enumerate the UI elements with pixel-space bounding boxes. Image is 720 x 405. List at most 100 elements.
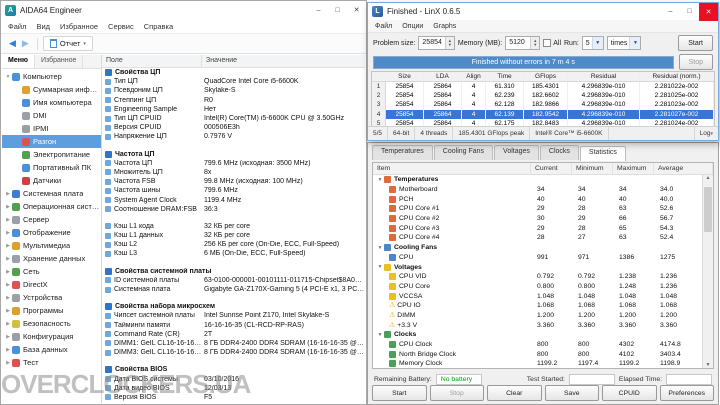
field-row[interactable]: Напряжение ЦП 0.7976 V [102,132,365,141]
field-row[interactable]: Command Rate (CR) 2T [102,330,365,339]
tab-voltages[interactable]: Voltages [494,145,539,160]
grid-column-header[interactable]: Time [486,72,524,81]
memory-input[interactable]: 5120 ▲ ▼ [505,36,541,50]
sidebar-item-display[interactable]: ▶ Отображение [2,226,101,239]
sidebar-item-overclock[interactable]: Разгон [2,135,101,148]
sensor-row[interactable]: North Bridge Clock 800 800 4102 3403.4 [373,349,702,359]
spinner-icon[interactable]: ▲ ▼ [444,37,454,49]
sidebar-item-directx[interactable]: ▶ DirectX [2,278,101,291]
result-row[interactable]: 2 25854 25864 4 62.239 182.6602 4.296839e-010 2… [372,91,714,101]
field-row[interactable]: System Agent Clock 1199.4 MHz [102,195,365,204]
minimize-icon[interactable]: – [661,3,680,21]
sensor-row[interactable]: PCH 40 40 40 40.0 [373,194,702,204]
field-row[interactable]: DIMM3: GeIL CL16-16-16 D4 8 ГБ DDR4-2400 … [102,348,365,357]
sidebar-item-config[interactable]: ▶ Конфигурация [2,330,101,343]
field-row[interactable]: DIMM1: GeIL CL16-16-16 D4 8 ГБ DDR4-2400 … [102,339,365,348]
sidebar-item-os[interactable]: ▶ Операционная система [2,200,101,213]
sidebar-item-network[interactable]: ▶ Сеть [2,265,101,278]
sensor-row[interactable]: Memory Clock 1199.2 1197.4 1199.2 1198.9 [373,359,702,368]
field-row[interactable]: Псевдоним ЦП Skylake-S [102,86,365,95]
run-count-select[interactable]: 5 ▼ [581,36,604,50]
sidebar-item-power[interactable]: Электропитание [2,148,101,161]
field-row[interactable]: Дата BIOS системы 03/10/2016 [102,374,365,383]
result-row[interactable]: 3 25854 25864 4 62.128 182.9866 4.296839e-010 2… [372,100,714,110]
grid-column-header[interactable]: LDA [424,72,462,81]
aida-menu-item-0[interactable]: Файл [8,22,26,31]
clear-button[interactable]: Clear [487,385,542,401]
scrollbar-thumb[interactable] [704,187,712,232]
field-row[interactable]: Дата видео BIOS 12/03/13 [102,384,365,393]
sidebar-item-sensors[interactable]: Датчики [2,174,101,187]
field-row[interactable]: Чипсет системной платы Intel Sunrise Poin… [102,311,365,320]
statistics-column-header[interactable]: Average [654,163,713,174]
tab-statistics[interactable]: Statistics [579,146,626,161]
sidebar-item-multimedia[interactable]: ▶ Мультимедиа [2,239,101,252]
grid-column-header[interactable]: Residual [568,72,640,81]
sidebar-tab-1[interactable]: Избранное [35,55,84,68]
close-icon[interactable]: ✕ [347,1,366,19]
field-row[interactable]: Кэш L3 6 МБ (On-Die, ECC, Full-Speed) [102,249,365,258]
result-row[interactable]: 1 25854 25864 4 61.310 185.4301 4.296839e-010 2… [372,82,714,92]
field-row[interactable]: Тайминги памяти 16-16-16-35 (CL-RCD-RP-RA… [102,321,365,330]
sensor-row[interactable]: ⚠ DIMM 1.200 1.200 1.200 1.200 [373,311,702,321]
group-row[interactable]: ▼ Clocks [373,330,702,340]
scroll-down-icon[interactable]: ▼ [703,362,713,368]
close-icon[interactable]: ✕ [699,2,718,21]
scrollbar[interactable]: ▲ ▼ [702,175,713,368]
field-row[interactable]: Кэш L1 кода 32 КБ per core [102,222,365,231]
save-button[interactable]: Save [544,385,599,401]
grid-column-header[interactable]: Size [386,72,424,81]
field-row[interactable]: Тип ЦП QuadCore Intel Core i5-6600K [102,77,365,86]
sensor-row[interactable]: ⚠ CPU IO 1.068 1.068 1.068 1.068 [373,301,702,311]
run-unit-select[interactable]: times ▼ [606,36,642,50]
sidebar-item-dmi[interactable]: DMI [2,109,101,122]
grid-column-header[interactable]: GFlops [524,72,568,81]
section-row[interactable]: Частота ЦП [102,150,365,159]
aida-menu-item-1[interactable]: Вид [36,22,50,31]
sidebar-item-server[interactable]: ▶ Сервер [2,213,101,226]
sidebar-tab-0[interactable]: Меню [2,55,35,68]
linx-menu-item-0[interactable]: Файл [375,23,392,30]
group-row[interactable]: ▼ Voltages [373,262,702,272]
sidebar-item-database[interactable]: ▶ База данных [2,343,101,356]
sensor-row[interactable]: CPU Core #2 30 29 66 56.7 [373,214,702,224]
spinner-icon[interactable]: ▲ ▼ [530,37,540,49]
sensor-row[interactable]: CPU VID 0.792 0.792 1.238 1.236 [373,272,702,282]
aida-menu-item-2[interactable]: Избранное [60,22,98,31]
start-button[interactable]: Start [372,385,427,401]
field-row[interactable]: Частота FSB 99.8 MHz (исходная: 100 MHz) [102,177,365,186]
grid-column-header[interactable]: Residual (norm.) [640,72,714,81]
sidebar-item-ipmi[interactable]: IPMI [2,122,101,135]
grid-column-header[interactable]: Align [462,72,486,81]
sidebar-item-benchmark[interactable]: ▶ Тест [2,356,101,369]
sidebar-item-laptop[interactable]: Портативный ПК [2,161,101,174]
column-field[interactable]: Поле [102,55,202,67]
field-row[interactable]: Тип ЦП CPUID Intel(R) Core(TM) i5-6600K C… [102,114,365,123]
stop-button[interactable]: Stop [429,385,484,401]
status-segment[interactable]: Log ▾ [693,127,718,140]
sidebar-item-security[interactable]: ▶ Безопасность [2,317,101,330]
sensor-row[interactable]: CPU Core #1 29 28 63 52.6 [373,204,702,214]
sensor-row[interactable]: CPU Core #3 29 28 65 54.3 [373,223,702,233]
report-button[interactable]: Отчет ▾ [42,36,93,51]
scroll-up-icon[interactable]: ▲ [706,175,711,181]
section-row[interactable]: Свойства набора микросхем [102,302,365,311]
cpuid-button[interactable]: CPUID [602,385,657,401]
stop-button[interactable]: Stop [678,54,713,70]
field-row[interactable]: Множитель ЦП 8x [102,168,365,177]
back-icon[interactable]: ◀ [9,39,16,48]
statistics-column-header[interactable]: Minimum [572,163,613,174]
sidebar-item-devices[interactable]: ▶ Устройства [2,291,101,304]
field-row[interactable]: Частота шины 799.6 MHz [102,186,365,195]
all-checkbox[interactable]: All [543,39,561,47]
field-row[interactable]: Степпинг ЦП R0 [102,96,365,105]
statistics-column-header[interactable]: Current [531,163,572,174]
sensor-row[interactable]: VCCSA 1.048 1.048 1.048 1.048 [373,291,702,301]
field-row[interactable]: Системная плата Gigabyte GA-Z170X-Gaming … [102,285,365,294]
grid-column-header[interactable] [372,72,386,81]
sidebar-item-computer-name[interactable]: Имя компьютера [2,96,101,109]
sensor-row[interactable]: CPU Core #4 28 27 63 52.4 [373,233,702,243]
sidebar-item-motherboard[interactable]: ▶ Системная плата [2,187,101,200]
tab-clocks[interactable]: Clocks [539,145,579,160]
maximize-icon[interactable]: □ [328,1,347,19]
